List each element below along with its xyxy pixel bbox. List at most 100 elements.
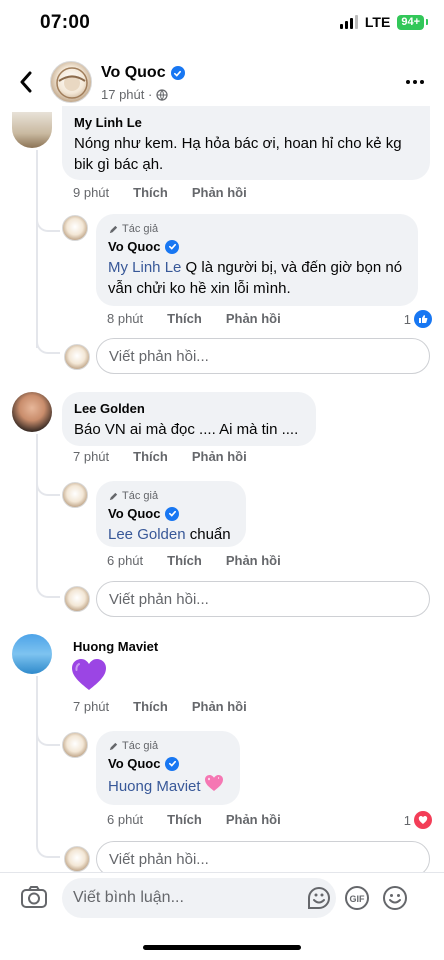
status-time: 07:00 xyxy=(40,12,91,33)
comment-author[interactable]: Vo Quoc xyxy=(108,505,160,522)
like-button[interactable]: Thích xyxy=(133,449,168,464)
pencil-icon xyxy=(109,225,118,233)
avatar xyxy=(64,846,90,872)
signal-icon xyxy=(339,15,358,29)
more-options-button[interactable] xyxy=(400,70,430,94)
like-button[interactable]: Thích xyxy=(167,812,202,827)
author-tag-label: Tác giả xyxy=(122,490,159,502)
sparkling-heart-emoji-icon xyxy=(204,774,224,798)
verified-badge-icon xyxy=(165,756,180,771)
reply-button[interactable]: Phản hồi xyxy=(226,812,281,827)
comment-author-wrap: Huong Maviet xyxy=(73,638,158,655)
comment-time: 7 phút xyxy=(73,699,110,714)
reaction-number: 1 xyxy=(403,311,411,327)
post-meta: 17 phút · xyxy=(101,87,168,102)
reply-actions: 6 phút Thích Phản hồi xyxy=(107,812,281,827)
thread-connector xyxy=(36,830,60,858)
like-button[interactable]: Thích xyxy=(133,185,168,200)
thread-connector xyxy=(36,718,60,746)
globe-icon xyxy=(156,88,168,101)
purple-heart-emoji-icon xyxy=(71,658,107,697)
avatar xyxy=(64,586,90,612)
reply-button[interactable]: Phản hồi xyxy=(226,311,281,326)
reply-time: 6 phút xyxy=(107,553,144,568)
svg-text:GIF: GIF xyxy=(350,894,366,904)
battery-icon: 94+ xyxy=(397,14,424,30)
page-title-text[interactable]: Vo Quoc xyxy=(101,64,166,82)
reply-bubble: Tác giả Vo Quoc Huong Maviet xyxy=(96,731,240,805)
like-button[interactable]: Thích xyxy=(133,699,168,714)
gif-icon[interactable]: GIF xyxy=(344,885,370,916)
mention-link[interactable]: Lee Golden xyxy=(108,526,186,543)
reply-button[interactable]: Phản hồi xyxy=(192,449,247,464)
verified-badge-icon xyxy=(165,506,180,521)
emoji-icon[interactable] xyxy=(382,885,408,916)
thread-connector xyxy=(36,570,60,598)
comment-author[interactable]: My Linh Le xyxy=(74,114,418,131)
avatar[interactable] xyxy=(12,112,52,148)
thread-line xyxy=(36,150,38,348)
comment-bubble: My Linh Le Nóng như kem. Hạ hỏa bác ơi, … xyxy=(62,106,430,180)
page-avatar[interactable] xyxy=(50,61,92,103)
avatar xyxy=(64,344,90,370)
comment-actions: 7 phút Thích Phản hồi xyxy=(73,699,247,714)
reply-input[interactable]: Viết phản hồi... xyxy=(96,581,430,617)
reply-time: 8 phút xyxy=(107,311,144,326)
mention-link[interactable]: My Linh Le xyxy=(108,259,181,276)
like-reaction-icon xyxy=(414,310,432,328)
reply-button[interactable]: Phản hồi xyxy=(226,553,281,568)
reaction-count[interactable]: 1 xyxy=(404,811,432,829)
like-button[interactable]: Thích xyxy=(167,311,202,326)
post-time: 17 phút · xyxy=(101,87,153,102)
comment-time: 7 phút xyxy=(73,449,110,464)
author-tag: Tác giả xyxy=(108,739,228,753)
mention-link[interactable]: Huong Maviet xyxy=(108,776,201,797)
reply-button[interactable]: Phản hồi xyxy=(192,185,247,200)
verified-badge-icon xyxy=(165,239,180,254)
comment-author[interactable]: Vo Quoc xyxy=(108,238,160,255)
sticker-icon[interactable] xyxy=(306,885,332,916)
comment-text: Báo VN ai mà đọc .... Ai mà tin .... xyxy=(74,421,299,438)
reply-bubble: Tác giả Vo Quoc My Linh Le Q là người bị… xyxy=(96,214,418,306)
avatar[interactable] xyxy=(12,634,52,674)
avatar[interactable] xyxy=(62,215,88,241)
comment-time: 9 phút xyxy=(73,185,110,200)
thread-connector xyxy=(36,330,60,354)
comment-input[interactable]: Viết bình luận... xyxy=(62,878,336,918)
camera-icon[interactable] xyxy=(20,885,48,914)
comment-text: Nóng như kem. Hạ hỏa bác ơi, hoan hỉ cho… xyxy=(74,135,402,173)
reaction-count[interactable]: 1 xyxy=(404,310,432,328)
comment-author[interactable]: Lee Golden xyxy=(74,400,304,417)
thread-line xyxy=(36,434,38,584)
reply-actions: 8 phút Thích Phản hồi xyxy=(107,311,281,326)
reply-input[interactable]: Viết phản hồi... xyxy=(96,338,430,374)
page-title[interactable]: Vo Quoc xyxy=(101,64,185,82)
reply-time: 6 phút xyxy=(107,812,144,827)
verified-badge-icon xyxy=(170,66,185,80)
comment-bubble: Lee Golden Báo VN ai mà đọc .... Ai mà t… xyxy=(62,392,316,446)
battery-tip xyxy=(426,19,428,25)
reply-actions: 6 phút Thích Phản hồi xyxy=(107,553,281,568)
comment-author[interactable]: Vo Quoc xyxy=(108,755,160,772)
status-indicators: LTE 94+ xyxy=(339,14,428,30)
reaction-number: 1 xyxy=(403,812,411,828)
home-indicator xyxy=(143,945,301,950)
author-tag-label: Tác giả xyxy=(122,223,159,235)
reply-button[interactable]: Phản hồi xyxy=(192,699,247,714)
author-tag-label: Tác giả xyxy=(122,740,159,752)
like-button[interactable]: Thích xyxy=(167,553,202,568)
avatar[interactable] xyxy=(12,392,52,432)
comment-actions: 9 phút Thích Phản hồi xyxy=(73,185,247,200)
comment-actions: 7 phút Thích Phản hồi xyxy=(73,449,247,464)
comment-author[interactable]: Huong Maviet xyxy=(73,638,158,655)
back-button[interactable] xyxy=(10,66,42,98)
avatar[interactable] xyxy=(62,732,88,758)
thread-connector xyxy=(36,200,60,232)
pencil-icon xyxy=(109,492,118,500)
thread-connector xyxy=(36,468,60,496)
thread-line xyxy=(36,676,38,842)
reply-text: chuẩn xyxy=(185,526,231,543)
pencil-icon xyxy=(109,742,118,750)
avatar[interactable] xyxy=(62,482,88,508)
author-tag: Tác giả xyxy=(108,489,234,503)
